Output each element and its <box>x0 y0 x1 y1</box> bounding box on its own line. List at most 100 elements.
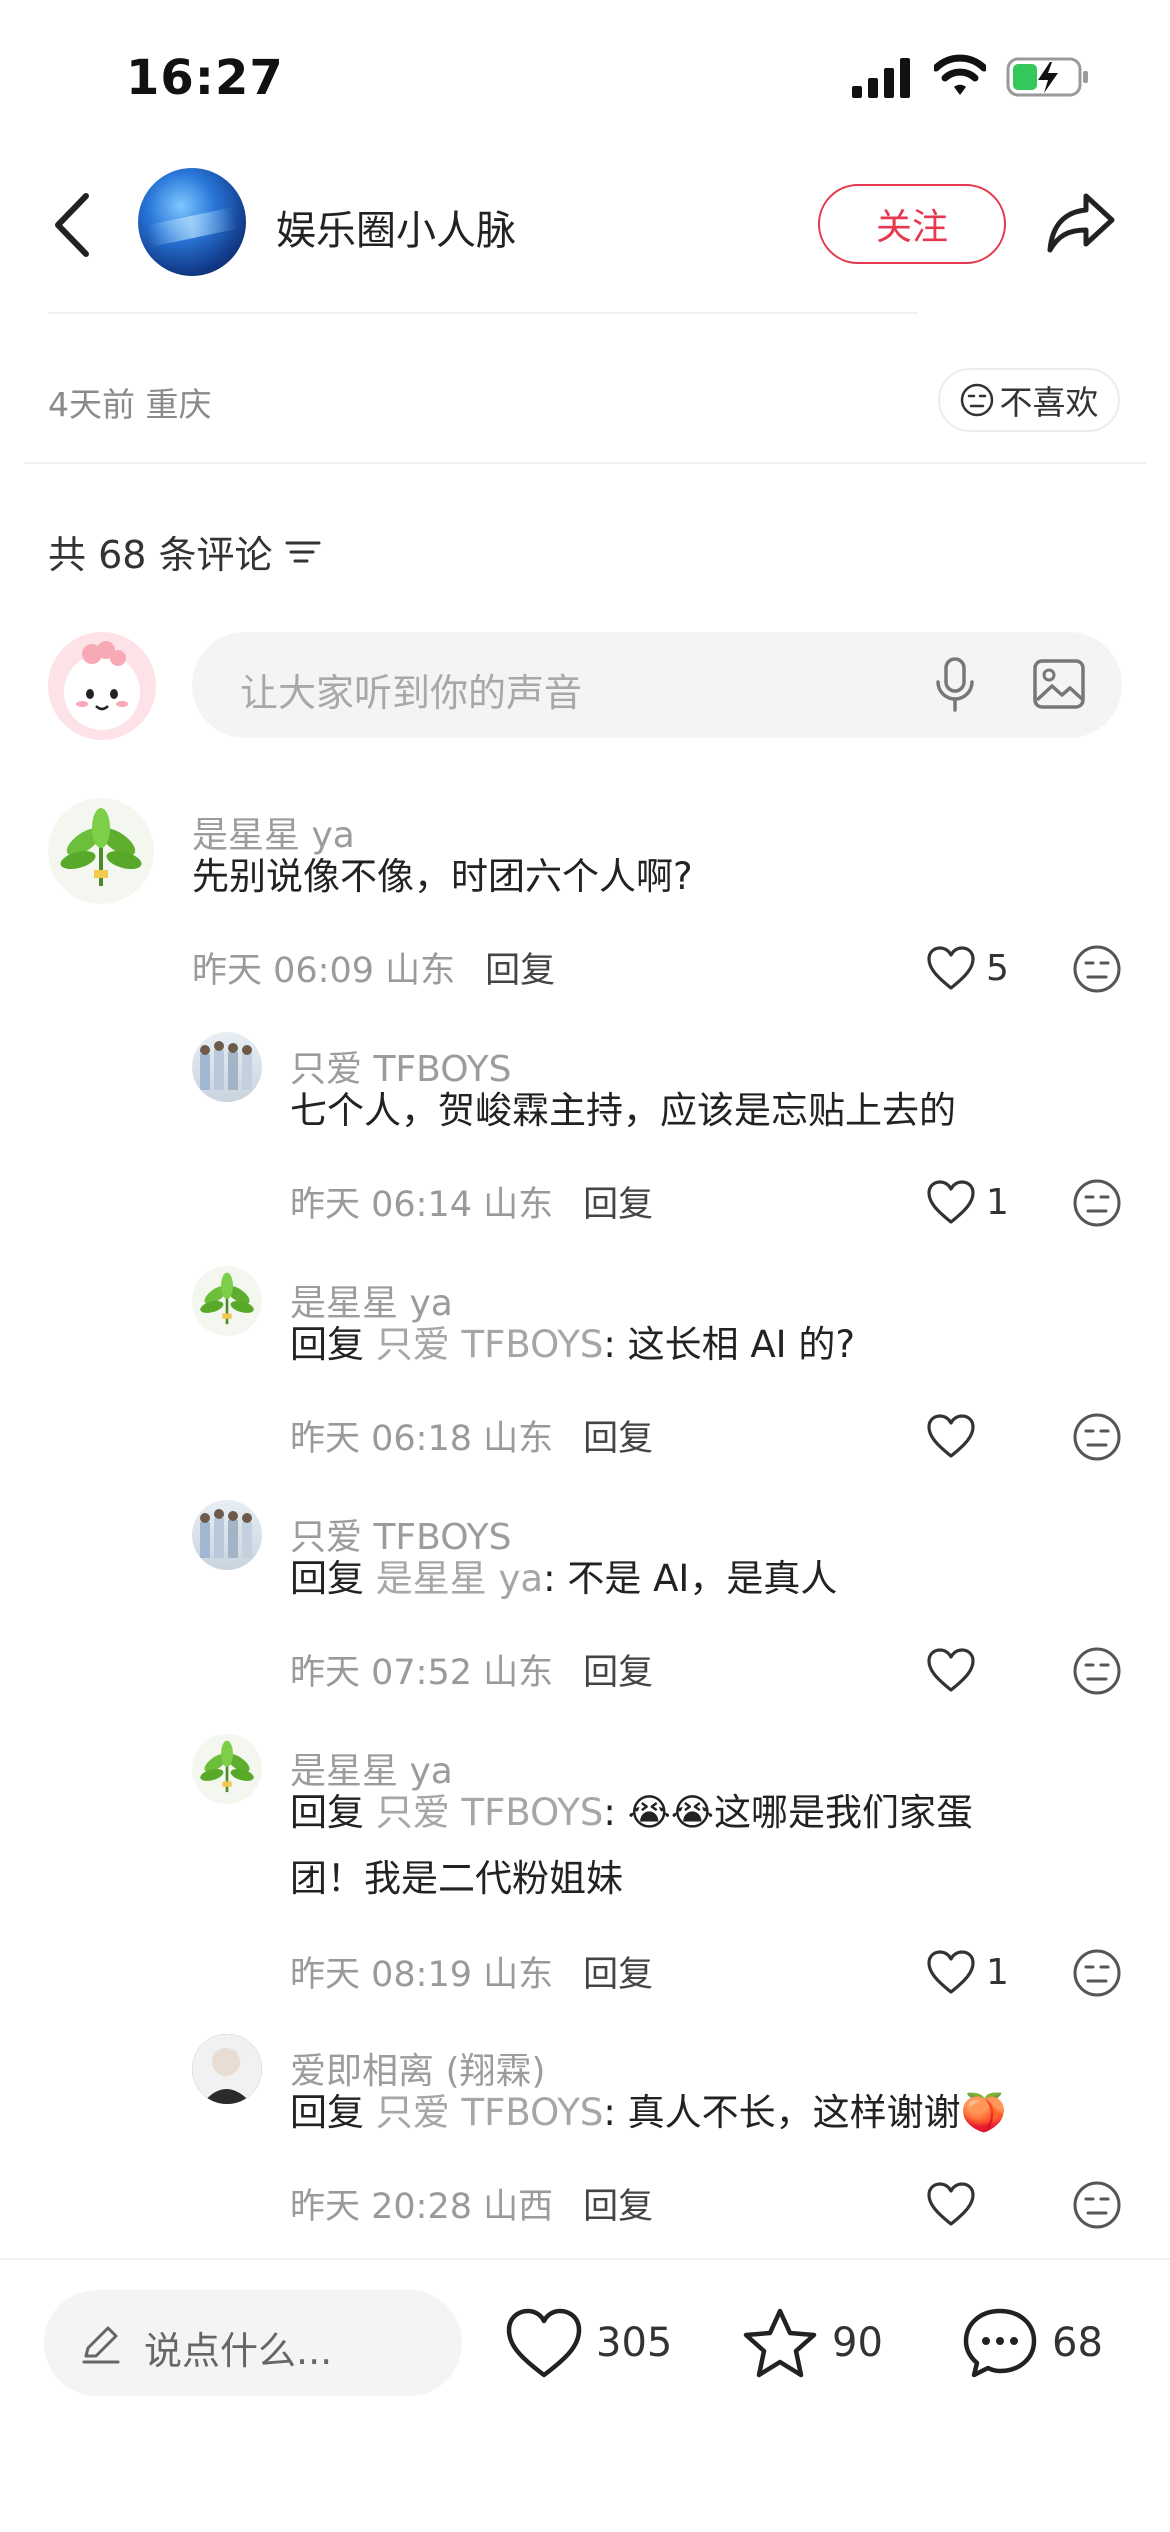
reply-button[interactable]: 回复 <box>485 951 555 991</box>
like-button[interactable]: 5 <box>926 938 1036 998</box>
meh-face-icon <box>960 383 993 417</box>
user-avatar[interactable] <box>192 1266 262 1336</box>
reply-target-user[interactable]: 只爱 TFBOYS <box>376 2091 604 2134</box>
dislike-button[interactable]: 不喜欢 <box>938 368 1120 432</box>
heart-icon <box>927 1950 975 1994</box>
reply-prefix: 回复 <box>290 2091 364 2134</box>
comment-bubble-icon <box>963 2308 1037 2378</box>
user-avatar[interactable] <box>192 1032 262 1102</box>
comment-input-placeholder: 让大家听到你的声音 <box>240 671 583 715</box>
comment-time: 昨天 20:28 山西 <box>290 2187 554 2227</box>
comment-text[interactable]: 七个人，贺峻霖主持，应该是忘贴上去的 <box>290 1078 956 1144</box>
reply-target-user[interactable]: 只爱 TFBOYS <box>376 1323 604 1366</box>
dislike-icon[interactable] <box>1072 1948 1122 1998</box>
battery-icon <box>1006 57 1088 97</box>
dislike-icon[interactable] <box>1072 944 1122 994</box>
comment-footer: 昨天 06:14 山东 回复 <box>290 1176 653 1227</box>
bottom-bar: 说点什么... 305 90 68 <box>0 2258 1170 2532</box>
person-avatar-icon <box>192 2034 262 2104</box>
heart-icon <box>927 946 975 990</box>
user-avatar[interactable] <box>48 798 154 904</box>
comment-text[interactable]: 先别说像不像，时团六个人啊? <box>192 844 693 910</box>
dislike-icon[interactable] <box>1072 1412 1122 1462</box>
reply-prefix: 回复 <box>290 1323 364 1366</box>
dislike-icon[interactable] <box>1072 1178 1122 1228</box>
comment-footer: 昨天 08:19 山东 回复 <box>290 1946 653 1997</box>
share-icon[interactable] <box>1046 190 1116 254</box>
like-button[interactable] <box>926 2174 1036 2234</box>
comment-time: 昨天 06:14 山东 <box>290 1185 554 1225</box>
say-something-input[interactable]: 说点什么... <box>44 2290 462 2396</box>
comment-reply-item: 爱即相离 (翔霖) 回复 只爱 TFBOYS: 真人不长，这样谢谢🍑 昨天 20… <box>0 2034 1170 2244</box>
like-button[interactable]: 1 <box>926 1942 1036 2002</box>
signal-icon <box>852 58 910 98</box>
like-button[interactable] <box>926 1406 1036 1466</box>
comment-item: 是星星 ya 先别说像不像，时团六个人啊? 昨天 06:09 山东 回复 5 <box>0 798 1170 1008</box>
like-post-button[interactable]: 305 <box>504 2300 672 2386</box>
my-avatar[interactable] <box>48 632 156 740</box>
image-icon[interactable] <box>1032 658 1086 710</box>
comment-footer: 昨天 06:09 山东 回复 <box>192 942 555 993</box>
cartoon-avatar-icon <box>64 641 140 730</box>
comment-text[interactable]: 回复 是星星 ya: 不是 AI，是真人 <box>290 1546 837 1612</box>
author-name[interactable]: 娱乐圈小人脉 <box>276 198 516 256</box>
comment-count[interactable]: 共 68 条评论 <box>48 524 321 579</box>
author-avatar[interactable] <box>138 168 246 276</box>
reply-body-line2: 团！我是二代粉姐妹 <box>290 1857 623 1900</box>
collect-post-button[interactable]: 90 <box>740 2300 883 2386</box>
reply-button[interactable]: 回复 <box>583 1419 653 1459</box>
reply-button[interactable]: 回复 <box>583 1955 653 1995</box>
comment-reply-item: 只爱 TFBOYS 回复 是星星 ya: 不是 AI，是真人 昨天 07:52 … <box>0 1500 1170 1710</box>
follow-button[interactable]: 关注 <box>818 184 1006 264</box>
star-icon <box>743 2308 817 2378</box>
comment-footer: 昨天 06:18 山东 回复 <box>290 1410 653 1461</box>
heart-icon <box>506 2308 582 2378</box>
comment-post-button[interactable]: 68 <box>960 2300 1103 2386</box>
post-star-count: 90 <box>832 2320 883 2366</box>
comment-time: 昨天 06:09 山东 <box>192 951 456 991</box>
group-photo-avatar-icon <box>200 1041 252 1090</box>
comment-text[interactable]: 回复 只爱 TFBOYS: 😭😭这哪是我们家蛋 团！我是二代粉姐妹 <box>290 1780 973 1912</box>
divider <box>48 312 918 314</box>
group-photo-avatar-icon <box>200 1509 252 1558</box>
reply-prefix: 回复 <box>290 1791 364 1834</box>
sort-icon[interactable] <box>285 537 321 567</box>
comment-reply-item: 只爱 TFBOYS 七个人，贺峻霖主持，应该是忘贴上去的 昨天 06:14 山东… <box>0 1032 1170 1242</box>
reply-button[interactable]: 回复 <box>583 1653 653 1693</box>
back-icon[interactable] <box>48 190 98 260</box>
like-button[interactable] <box>926 1640 1036 1700</box>
comment-count-label: 共 68 条评论 <box>48 533 273 577</box>
heart-icon <box>927 1180 975 1224</box>
heart-icon <box>927 1648 975 1692</box>
comment-time: 昨天 06:18 山东 <box>290 1419 554 1459</box>
wifi-icon <box>934 54 986 95</box>
reply-body: : 😭😭这哪是我们家蛋 <box>603 1791 974 1834</box>
dislike-icon[interactable] <box>1072 1646 1122 1696</box>
reply-body: : 这长相 AI 的? <box>603 1323 855 1366</box>
plant-avatar-icon <box>200 1272 254 1325</box>
reply-button[interactable]: 回复 <box>583 1185 653 1225</box>
reply-button[interactable]: 回复 <box>583 2187 653 2227</box>
reply-target-user[interactable]: 是星星 ya <box>376 1557 543 1600</box>
post-comment-count: 68 <box>1052 2320 1103 2366</box>
reply-prefix: 回复 <box>290 1557 364 1600</box>
status-bar: 16:27 <box>0 0 1170 150</box>
comment-reply-item: 是星星 ya 回复 只爱 TFBOYS: 这长相 AI 的? 昨天 06:18 … <box>0 1266 1170 1476</box>
comment-footer: 昨天 07:52 山东 回复 <box>290 1644 653 1695</box>
microphone-icon[interactable] <box>930 656 980 714</box>
comment-text[interactable]: 回复 只爱 TFBOYS: 真人不长，这样谢谢🍑 <box>290 2080 1007 2146</box>
comment-input[interactable]: 让大家听到你的声音 <box>192 632 1122 738</box>
like-count: 1 <box>986 1181 1009 1223</box>
user-avatar[interactable] <box>192 1500 262 1570</box>
like-count: 5 <box>986 947 1009 989</box>
comment-text[interactable]: 回复 只爱 TFBOYS: 这长相 AI 的? <box>290 1312 855 1378</box>
user-avatar[interactable] <box>192 2034 262 2104</box>
dislike-icon[interactable] <box>1072 2180 1122 2230</box>
user-avatar[interactable] <box>192 1734 262 1804</box>
like-button[interactable]: 1 <box>926 1172 1036 1232</box>
pencil-icon <box>82 2326 120 2364</box>
comment-footer: 昨天 20:28 山西 回复 <box>290 2178 653 2229</box>
plant-avatar-icon <box>200 1740 254 1793</box>
status-time: 16:27 <box>126 50 284 106</box>
reply-target-user[interactable]: 只爱 TFBOYS <box>376 1791 604 1834</box>
